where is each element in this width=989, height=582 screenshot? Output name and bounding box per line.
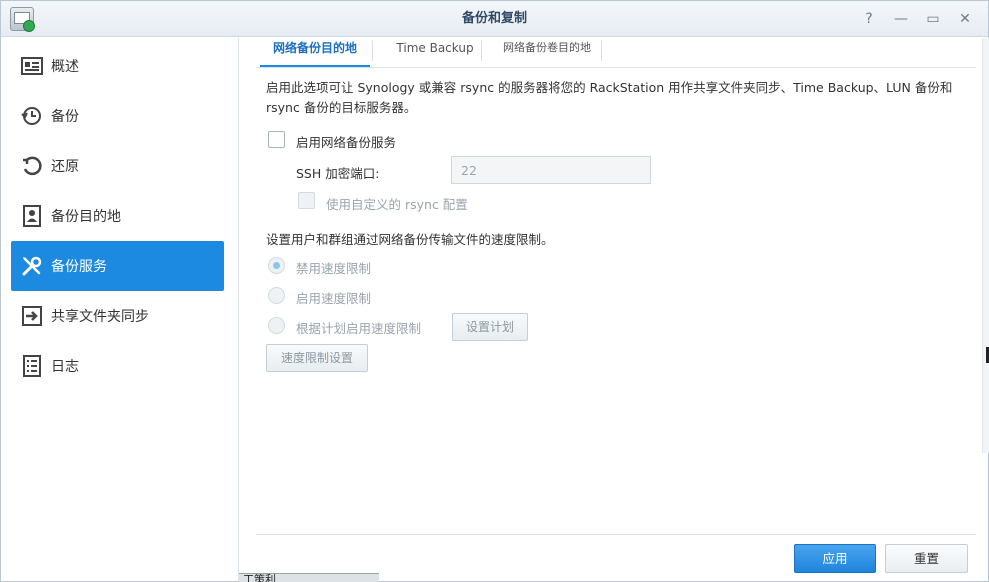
scrollbar-track[interactable] xyxy=(982,38,989,453)
tab-divider xyxy=(481,41,482,61)
sidebar-item-destination[interactable]: 备份目的地 xyxy=(11,191,224,241)
radio-enable-speed-limit[interactable] xyxy=(268,287,285,304)
tab-bar: 网络备份目的地 Time Backup 网络备份卷目的地 xyxy=(256,38,976,68)
custom-rsync-checkbox[interactable] xyxy=(298,192,315,209)
close-button[interactable]: ✕ xyxy=(952,7,978,31)
footer-divider xyxy=(256,534,976,535)
radio-schedule-speed-limit[interactable] xyxy=(268,317,285,334)
destination-icon xyxy=(21,205,43,227)
enable-network-backup-label: 启用网络备份服务 xyxy=(296,135,397,150)
sidebar-item-label: 备份服务 xyxy=(51,259,107,275)
restore-icon xyxy=(21,155,43,177)
window-controls: ? — ▭ ✕ xyxy=(856,7,978,31)
radio-schedule-speed-limit-label: 根据计划启用速度限制 xyxy=(296,321,422,336)
minimize-button[interactable]: — xyxy=(888,7,914,31)
ssh-port-label: SSH 加密端口: xyxy=(296,166,380,181)
ssh-port-input[interactable] xyxy=(451,156,651,184)
tab-network-volume-destination[interactable]: 网络备份卷目的地 xyxy=(487,38,607,67)
speed-limit-settings-button[interactable]: 速度限制设置 xyxy=(266,344,368,372)
sidebar-item-label: 概述 xyxy=(51,59,79,75)
overview-icon xyxy=(21,55,43,77)
reset-button[interactable]: 重置 xyxy=(885,544,968,573)
enable-network-backup-checkbox[interactable] xyxy=(268,131,285,148)
tab-time-backup[interactable]: Time Backup xyxy=(380,38,490,67)
radio-disable-speed-limit[interactable] xyxy=(268,257,285,274)
log-list-icon xyxy=(21,355,43,377)
radio-enable-speed-limit-label: 启用速度限制 xyxy=(296,291,372,306)
apply-button[interactable]: 应用 xyxy=(794,544,876,573)
help-button[interactable]: ? xyxy=(856,7,882,31)
sidebar-item-overview[interactable]: 概述 xyxy=(11,41,224,91)
sidebar-item-log[interactable]: 日志 xyxy=(11,341,224,391)
speed-limit-description: 设置用户和群组通过网络备份传输文件的速度限制。 xyxy=(266,232,554,247)
tab-divider xyxy=(601,41,602,61)
tab-network-backup-destination[interactable]: 网络备份目的地 xyxy=(260,38,370,67)
sync-arrow-icon xyxy=(21,305,43,327)
custom-rsync-label: 使用自定义的 rsync 配置 xyxy=(326,197,468,212)
backup-replication-window: 备份和复制 ? — ▭ ✕ 概述 备份 还原 备份目的地 备份服务 共享文件夹同… xyxy=(0,0,989,582)
titlebar: 备份和复制 ? — ▭ ✕ xyxy=(1,1,988,37)
radio-disable-speed-limit-label: 禁用速度限制 xyxy=(296,261,372,276)
sidebar-item-backup[interactable]: 备份 xyxy=(11,91,224,141)
maximize-button[interactable]: ▭ xyxy=(920,7,946,31)
sidebar-item-label: 还原 xyxy=(51,159,79,175)
service-description: 启用此选项可让 Synology 或兼容 rsync 的服务器将您的 RackS… xyxy=(266,80,953,115)
sidebar-item-label: 备份 xyxy=(51,109,79,125)
sidebar-item-label: 日志 xyxy=(51,359,79,375)
sidebar-item-label: 共享文件夹同步 xyxy=(51,309,149,325)
backup-clock-icon xyxy=(21,105,43,127)
sidebar-item-shared-folder-sync[interactable]: 共享文件夹同步 xyxy=(11,291,224,341)
sidebar-item-label: 备份目的地 xyxy=(51,209,121,225)
taskbar-peek: 工策利 xyxy=(239,573,379,582)
set-schedule-button[interactable]: 设置计划 xyxy=(452,313,528,341)
sidebar-item-backup-service[interactable]: 备份服务 xyxy=(11,241,224,291)
sidebar: 概述 备份 还原 备份目的地 备份服务 共享文件夹同步 日志 xyxy=(1,38,239,581)
sidebar-item-restore[interactable]: 还原 xyxy=(11,141,224,191)
tab-divider xyxy=(372,41,373,61)
tools-icon xyxy=(21,255,43,277)
window-title: 备份和复制 xyxy=(461,11,527,26)
